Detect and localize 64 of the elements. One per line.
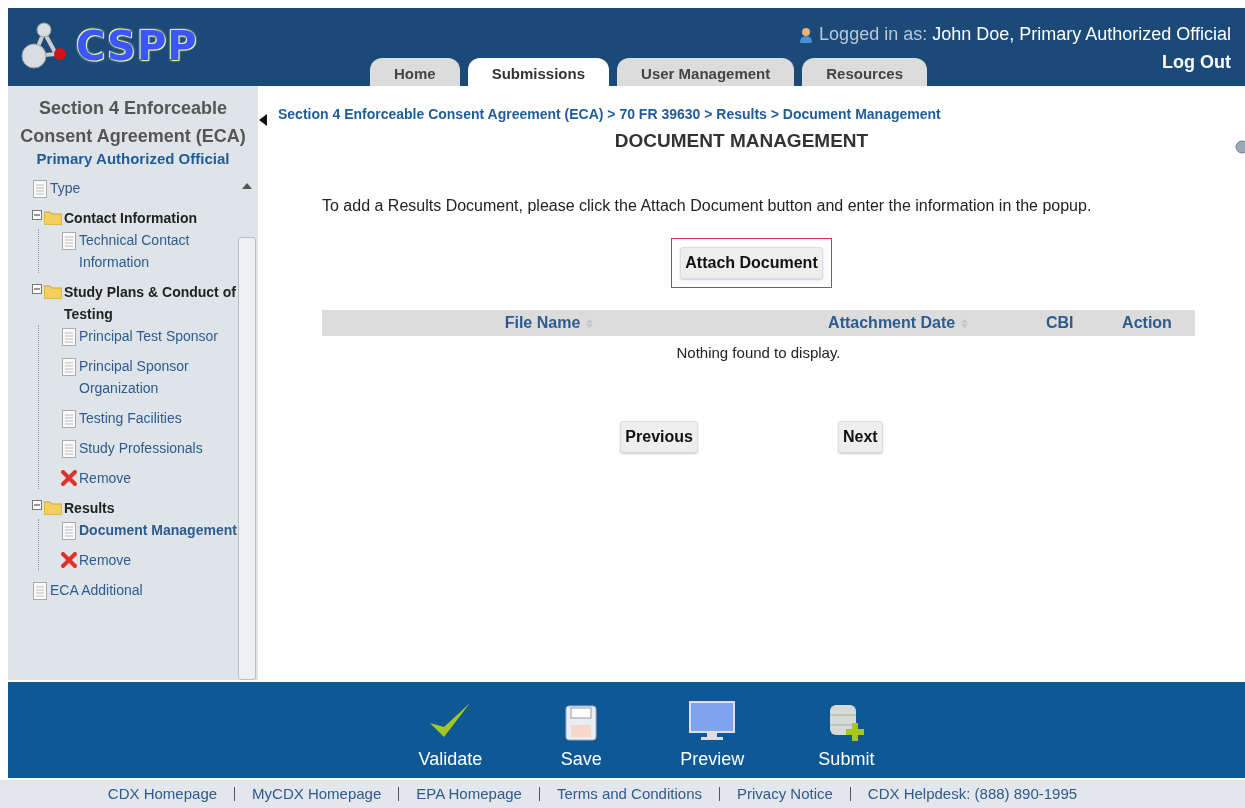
footer-link[interactable]: CDX Homepage [90,787,235,801]
document-icon [61,232,77,250]
document-icon [61,358,77,376]
document-icon [61,328,77,346]
sidebar-title: Section 4 Enforceable Consent Agreement (ECA) [19,97,247,148]
toolbar-button[interactable]: Save [548,682,615,778]
tree-item[interactable]: Study Professionals [79,437,203,459]
footer-link[interactable]: CDX Helpdesk: (888) 890-1995 [849,787,1095,801]
column-header: CBI [1045,314,1074,331]
document-icon [61,522,77,540]
logged-in-label: Logged in as: [819,24,928,45]
document-icon [61,410,77,428]
nav-tab[interactable]: Submissions [467,58,610,86]
scroll-up-icon[interactable] [242,183,252,189]
column-header[interactable]: File Name [504,314,581,331]
attach-document-button[interactable]: Attach Document [680,247,823,279]
help-icon[interactable] [1235,140,1245,154]
user-icon [798,26,815,43]
monitor-icon [689,701,736,741]
footer-link[interactable]: Terms and Conditions [538,787,719,801]
tree-folder[interactable]: Contact Information [64,207,197,229]
remove-link[interactable]: Remove [79,549,132,571]
page-title: DOCUMENT MANAGEMENT [613,130,870,152]
tree-item[interactable]: Type [50,177,81,199]
folder-icon [44,284,62,299]
tree-item[interactable]: Principal Test Sponsor [79,325,219,347]
document-icon [61,440,77,458]
tree-folder[interactable]: Study Plans & Conduct of Testing [64,281,238,325]
document-icon [32,180,48,198]
tree-item[interactable]: Principal Sponsor Organization [79,355,238,399]
footer-link[interactable]: EPA Homepage [398,787,539,801]
nav-tab[interactable]: Resources [802,58,927,86]
nav-tab[interactable]: User Management [617,58,795,86]
x-icon [61,470,77,486]
collapse-icon[interactable] [32,284,42,294]
tree-item[interactable]: Testing Facilities [79,407,182,429]
user-name: John Doe, Primary Authorized Official [932,24,1231,45]
footer-link[interactable]: Privacy Notice [719,787,850,801]
toolbar-button[interactable]: Submit [810,682,883,778]
tree-item[interactable]: ECA Additional [50,579,143,601]
footer-link[interactable]: MyCDX Homepage [234,787,399,801]
document-icon [32,582,48,600]
collapse-arrow-icon[interactable] [259,114,267,126]
tree-item[interactable]: Document Management [79,519,237,541]
tree-item[interactable]: Technical Contact Information [79,229,238,273]
pager-button[interactable]: Previous [620,421,698,453]
logout-link[interactable]: Log Out [1162,52,1231,73]
pager-button[interactable]: Next [837,421,883,453]
breadcrumb[interactable]: Section 4 Enforceable Consent Agreement (ECA) > 70 FR 39630 > Results > Document Management [278,106,1245,122]
folder-icon [44,210,62,225]
scrollbar[interactable] [238,237,256,680]
x-icon [61,552,77,568]
folder-icon [44,500,62,515]
empty-message: Nothing found to display. [676,344,841,361]
user-role: Primary Authorized Official [35,150,231,167]
toolbar-button[interactable]: Preview [672,682,753,778]
nav-tab[interactable]: Home [370,58,460,86]
remove-link[interactable]: Remove [79,467,132,489]
tree-folder[interactable]: Results [64,497,115,519]
toolbar-button[interactable]: Validate [410,682,491,778]
collapse-icon[interactable] [32,500,42,510]
instructions-text: To add a Results Document, please click the Attach Document button and enter the information in the popup. [322,196,1093,216]
column-header: Action [1122,314,1172,331]
collapse-icon[interactable] [32,210,42,220]
